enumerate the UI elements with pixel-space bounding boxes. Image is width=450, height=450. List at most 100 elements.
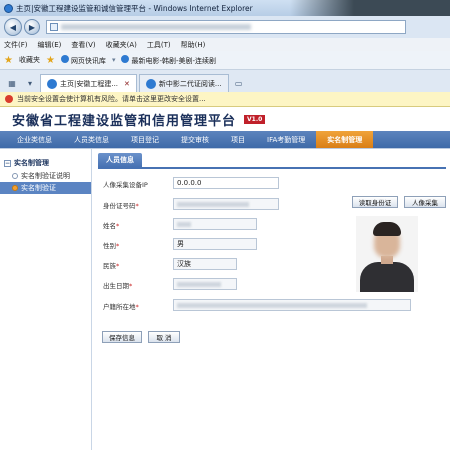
birth-date-redacted bbox=[177, 281, 221, 287]
birth-label: 出生日期* bbox=[103, 280, 132, 290]
address-label-text: 户籍所在地 bbox=[103, 303, 136, 311]
ie-mini-icon bbox=[121, 54, 130, 63]
site-header: 安徽省工程建设监管和信用管理平台 V1.0 bbox=[0, 107, 450, 131]
id-number-redacted bbox=[177, 201, 249, 207]
ip-input[interactable]: 0.0.0.0 bbox=[173, 177, 279, 189]
ethnic-label: 民族* bbox=[103, 260, 119, 270]
close-tab-icon[interactable]: ✕ bbox=[124, 80, 130, 88]
warning-icon bbox=[5, 95, 13, 103]
required-mark: * bbox=[116, 242, 120, 250]
required-mark: * bbox=[116, 222, 120, 230]
nav-attendance[interactable]: IFA考勤管理 bbox=[256, 131, 316, 148]
version-badge: V1.0 bbox=[244, 114, 266, 124]
gender-label: 性别* bbox=[103, 240, 119, 250]
menu-view[interactable]: 查看(V) bbox=[71, 40, 95, 50]
nav-personnel[interactable]: 人员类信息 bbox=[63, 131, 120, 148]
quick-tabs-icon[interactable]: ▦ bbox=[4, 74, 20, 92]
required-mark: * bbox=[129, 282, 133, 290]
nav-submit-review[interactable]: 提交审核 bbox=[170, 131, 220, 148]
url-text bbox=[61, 24, 251, 30]
ip-label-text: 人像采集设备IP bbox=[103, 181, 148, 189]
back-button[interactable]: ◀ bbox=[4, 18, 22, 36]
ethnic-input[interactable]: 汉族 bbox=[173, 258, 237, 270]
forward-button[interactable]: ▶ bbox=[24, 19, 40, 35]
ie-mini-icon bbox=[60, 54, 69, 63]
favorites-item-movies[interactable]: 最新电影-韩剧-美剧-连续剧 bbox=[121, 54, 216, 66]
address-input[interactable] bbox=[46, 20, 406, 34]
ie-tab-icon bbox=[145, 78, 156, 89]
id-label-text: 身份证号码 bbox=[103, 202, 136, 210]
favorites-label[interactable]: 收藏夹 bbox=[19, 55, 40, 65]
sidebar-item-verify[interactable]: 实名制验证 bbox=[0, 182, 91, 194]
cancel-button[interactable]: 取 消 bbox=[148, 331, 180, 343]
tab-reader-label: 新中影二代证阅读... bbox=[158, 79, 222, 88]
tab-home[interactable]: 主页|安徽工程建... ✕ bbox=[40, 74, 137, 92]
tab-bar: ▦ ▾ 主页|安徽工程建... ✕ 新中影二代证阅读... ▭ bbox=[0, 70, 450, 92]
dropdown-arrow-icon[interactable]: ▾ bbox=[112, 56, 116, 64]
new-tab-icon[interactable]: ▭ bbox=[231, 74, 247, 92]
id-label: 身份证号码* bbox=[103, 200, 139, 210]
titlebar-shadow bbox=[290, 0, 450, 16]
personnel-panel: 人员信息 人像采集设备IP 0.0.0.0 身份证号码* 读取身份证 人像采集 … bbox=[98, 153, 450, 450]
favorites-bar: ★ 收藏夹 ★ 网页快讯库 ▾ 最新电影-韩剧-美剧-连续剧 bbox=[0, 51, 450, 70]
required-mark: * bbox=[135, 303, 139, 311]
nav-project[interactable]: 项目 bbox=[220, 131, 256, 148]
security-bar-text: 当前安全设置会使计算机有风险。请单击这里更改安全设置... bbox=[17, 95, 206, 103]
ie-logo-icon bbox=[4, 3, 13, 13]
sidebar-group-label: 实名制管理 bbox=[14, 159, 49, 167]
name-redacted bbox=[177, 221, 191, 227]
ethnic-label-text: 民族 bbox=[103, 262, 116, 270]
window-titlebar: 主页|安徽工程建设监管和诚信管理平台 - Windows Internet Ex… bbox=[0, 0, 450, 16]
menu-favorites[interactable]: 收藏夹(A) bbox=[106, 40, 137, 50]
content-area: − 实名制管理 实名制验证说明 实名制验证 人员信息 人像采集设备IP 0.0.… bbox=[0, 148, 450, 450]
address-input[interactable] bbox=[173, 299, 411, 311]
bullet-icon bbox=[12, 185, 18, 191]
read-id-card-button[interactable]: 读取身份证 bbox=[352, 196, 398, 208]
face-capture-button[interactable]: 人像采集 bbox=[404, 196, 446, 208]
tab-list-icon[interactable]: ▾ bbox=[22, 74, 38, 92]
bullet-icon bbox=[12, 173, 18, 179]
address-bar-row: ◀ ▶ bbox=[0, 16, 450, 38]
menu-edit[interactable]: 编辑(E) bbox=[38, 40, 62, 50]
birth-date-input[interactable] bbox=[173, 278, 237, 290]
main-nav: 企业类信息 人员类信息 项目登记 提交审核 项目 IFA考勤管理 实名制管理 bbox=[0, 131, 450, 148]
tab-reader[interactable]: 新中影二代证阅读... bbox=[138, 74, 229, 92]
id-number-input[interactable] bbox=[173, 198, 279, 210]
site-title: 安徽省工程建设监管和信用管理平台 bbox=[12, 113, 237, 129]
gender-label-text: 性别 bbox=[103, 242, 116, 250]
favorites-item-snippets-label: 网页快讯库 bbox=[70, 56, 106, 65]
collapse-icon[interactable]: − bbox=[4, 159, 11, 167]
favorites-star-icon: ★ bbox=[4, 54, 13, 66]
nav-realname[interactable]: 实名制管理 bbox=[316, 131, 374, 148]
gender-input[interactable]: 男 bbox=[173, 238, 257, 250]
tab-home-label: 主页|安徽工程建... bbox=[60, 79, 119, 88]
name-input[interactable] bbox=[173, 218, 257, 230]
id-photo bbox=[356, 216, 418, 292]
menu-file[interactable]: 文件(F) bbox=[4, 40, 28, 50]
required-mark: * bbox=[135, 202, 139, 210]
add-favorite-icon[interactable]: ★ bbox=[46, 55, 55, 66]
favorites-item-snippets[interactable]: 网页快讯库 bbox=[60, 54, 106, 66]
menu-tools[interactable]: 工具(T) bbox=[147, 40, 171, 50]
sidebar-group-realname[interactable]: − 实名制管理 bbox=[0, 149, 91, 170]
ethnic-value: 汉族 bbox=[177, 260, 191, 268]
menu-help[interactable]: 帮助(H) bbox=[181, 40, 206, 50]
panel-tab-personnel[interactable]: 人员信息 bbox=[98, 153, 142, 167]
save-button[interactable]: 保存信息 bbox=[102, 331, 142, 343]
security-info-bar[interactable]: 当前安全设置会使计算机有风险。请单击这里更改安全设置... bbox=[0, 92, 450, 107]
name-label-text: 姓名 bbox=[103, 222, 116, 230]
window-title: 主页|安徽工程建设监管和诚信管理平台 - Windows Internet Ex… bbox=[16, 3, 253, 13]
sidebar-item-label: 实名制验证说明 bbox=[21, 172, 70, 180]
nav-enterprise[interactable]: 企业类信息 bbox=[6, 131, 63, 148]
nav-project-register[interactable]: 项目登记 bbox=[120, 131, 170, 148]
required-mark: * bbox=[116, 262, 120, 270]
address-label: 户籍所在地* bbox=[103, 301, 139, 311]
ie-tab-icon bbox=[47, 78, 57, 89]
sidebar-item-label: 实名制验证 bbox=[21, 184, 56, 192]
photo-shirt bbox=[360, 262, 414, 292]
birth-label-text: 出生日期 bbox=[103, 282, 129, 290]
sidebar-item-instructions[interactable]: 实名制验证说明 bbox=[0, 170, 91, 182]
photo-hair bbox=[373, 222, 401, 236]
name-label: 姓名* bbox=[103, 220, 119, 230]
ip-value: 0.0.0.0 bbox=[177, 179, 202, 187]
